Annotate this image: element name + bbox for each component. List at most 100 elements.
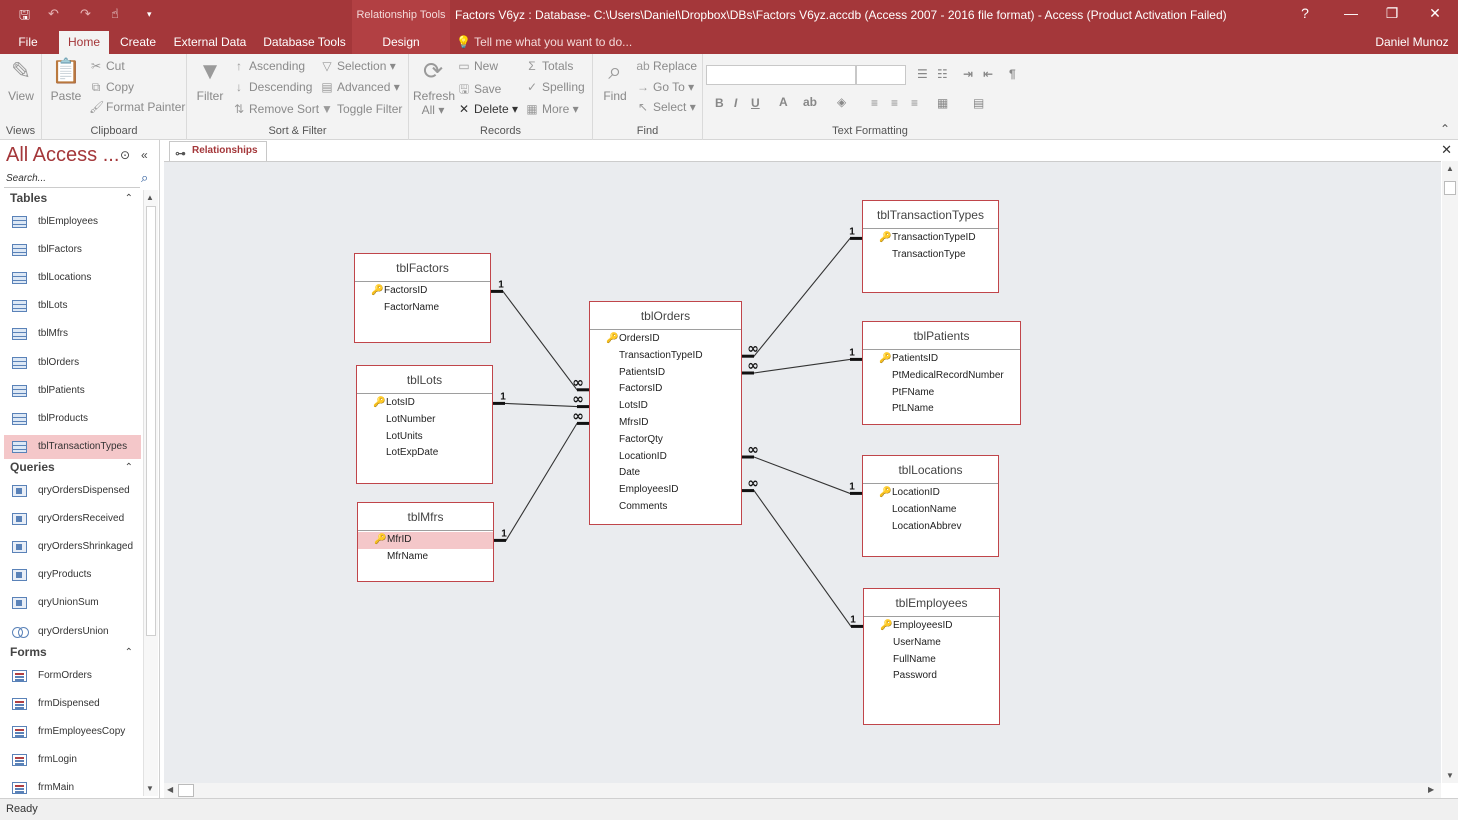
nav-item-tblfactors[interactable]: tblFactors xyxy=(4,238,141,262)
table-tblorders[interactable]: tblOrders 🔑 OrdersID TransactionTypeID Patie… xyxy=(589,301,742,525)
table-title[interactable]: tblLots xyxy=(357,366,492,394)
numbering-icon[interactable]: ☷ xyxy=(937,67,948,81)
table-field[interactable]: 🔑 LotsID xyxy=(357,395,492,412)
table-field[interactable]: FactorsID xyxy=(590,381,741,398)
join-line[interactable] xyxy=(742,490,863,627)
nav-section-forms[interactable]: Forms ⌃ xyxy=(0,643,143,663)
table-title[interactable]: tblTransactionTypes xyxy=(863,201,998,229)
nav-item-frmlogin[interactable]: frmLogin xyxy=(4,748,141,772)
tell-me-box[interactable]: 💡 Tell me what you want to do... xyxy=(456,31,632,54)
totals-button[interactable]: Σ Totals xyxy=(525,59,573,73)
table-field[interactable]: PtMedicalRecordNumber xyxy=(863,368,1020,385)
scroll-up-icon[interactable]: ▲ xyxy=(1446,164,1454,173)
table-title[interactable]: tblOrders xyxy=(590,302,741,330)
collapse-ribbon-icon[interactable]: ⌃ xyxy=(1440,122,1450,136)
horizontal-scroll-thumb[interactable] xyxy=(178,784,194,797)
relationships-tab[interactable]: ⊶ Relationships xyxy=(169,141,267,161)
align-center-icon[interactable]: ≡ xyxy=(891,96,898,110)
table-tblfactors[interactable]: tblFactors 🔑 FactorsID FactorName xyxy=(354,253,491,343)
find-button[interactable]: ⌕ Find xyxy=(597,58,633,103)
table-field[interactable]: 🔑 FactorsID xyxy=(355,283,490,300)
scroll-right-icon[interactable]: ▶ xyxy=(1428,785,1434,794)
font-size-select[interactable] xyxy=(856,65,906,85)
table-field[interactable]: LotUnits xyxy=(357,429,492,446)
relationships-canvas[interactable]: 1 ∞ 1 ∞ 1 ∞ 1 ∞ 1 ∞ 1 ∞ 1 ∞ tblFactors 🔑 FactorsID Facto… xyxy=(164,161,1441,783)
table-field[interactable]: 🔑 PatientsID xyxy=(863,351,1020,368)
collapse-section-icon[interactable]: ⌃ xyxy=(125,458,133,477)
table-field[interactable]: MfrsID xyxy=(590,415,741,432)
table-field[interactable]: LocationAbbrev xyxy=(863,519,998,536)
paragraph-icon[interactable]: ¶ xyxy=(1009,67,1016,81)
more-button[interactable]: ▦ More ▾ xyxy=(525,102,578,116)
align-left-icon[interactable]: ≡ xyxy=(871,96,878,110)
nav-item-qryunionsum[interactable]: qryUnionSum xyxy=(4,591,141,615)
spelling-button[interactable]: ✓ Spelling xyxy=(525,80,585,94)
refresh-all-button[interactable]: ⟳ Refresh All ▾ xyxy=(413,58,455,117)
table-field[interactable]: 🔑 EmployeesID xyxy=(864,618,999,635)
table-title[interactable]: tblMfrs xyxy=(358,503,493,531)
touch-mode-icon[interactable]: ☝ xyxy=(111,6,119,22)
table-field[interactable]: LocationName xyxy=(863,502,998,519)
indent-increase-icon[interactable]: ⇥ xyxy=(963,67,973,81)
indent-decrease-icon[interactable]: ⇤ xyxy=(983,67,993,81)
descending-button[interactable]: ↓ Descending xyxy=(232,80,312,94)
nav-scrollbar[interactable]: ▲ ▼ xyxy=(143,190,158,796)
table-field[interactable]: Comments xyxy=(590,499,741,516)
bullets-icon[interactable]: ☰ xyxy=(917,67,928,81)
scroll-left-icon[interactable]: ◀ xyxy=(167,785,173,794)
restore-button[interactable]: ❐ xyxy=(1377,5,1407,22)
search-icon[interactable]: ⌕ xyxy=(141,170,148,186)
nav-item-qryordersdispensed[interactable]: qryOrdersDispensed xyxy=(4,479,141,503)
tab-database-tools[interactable]: Database Tools xyxy=(257,31,352,54)
nav-item-qryordersshrinkaged[interactable]: qryOrdersShrinkaged xyxy=(4,535,141,559)
cut-button[interactable]: ✂ Cut xyxy=(89,59,125,73)
collapse-section-icon[interactable]: ⌃ xyxy=(125,189,133,208)
tab-home[interactable]: Home xyxy=(59,31,109,54)
table-field[interactable]: LotExpDate xyxy=(357,445,492,462)
relationship-line[interactable]: 1∞ xyxy=(742,442,862,495)
minimize-button[interactable]: — xyxy=(1336,5,1366,21)
nav-item-tblorders[interactable]: tblOrders xyxy=(4,351,141,375)
nav-scroll-thumb[interactable] xyxy=(146,206,156,636)
font-name-select[interactable] xyxy=(706,65,856,85)
table-field[interactable]: FactorQty xyxy=(590,432,741,449)
bold-icon[interactable]: B xyxy=(715,96,724,110)
table-field[interactable]: PatientsID xyxy=(590,365,741,382)
relationship-line[interactable]: 1∞ xyxy=(494,408,589,542)
remove-sort-button[interactable]: ⇅ Remove Sort xyxy=(232,102,319,116)
ascending-button[interactable]: ↑ Ascending xyxy=(232,59,305,73)
format-painter-button[interactable]: 🖌 Format Painter xyxy=(89,100,185,114)
table-field[interactable]: Date xyxy=(590,465,741,482)
relationship-line[interactable]: 1∞ xyxy=(493,391,589,409)
table-title[interactable]: tblFactors xyxy=(355,254,490,282)
filter-button[interactable]: ▼ Filter xyxy=(193,58,227,103)
save-icon[interactable]: 🖫 xyxy=(19,6,30,28)
table-field[interactable]: PtFName xyxy=(863,385,1020,402)
table-field[interactable]: 🔑 MfrID xyxy=(358,532,493,549)
table-field[interactable]: 🔑 LocationID xyxy=(863,485,998,502)
nav-item-tbltransactiontypes[interactable]: tblTransactionTypes xyxy=(4,434,141,459)
table-field[interactable]: TransactionType xyxy=(863,247,998,264)
table-field[interactable]: 🔑 OrdersID xyxy=(590,331,741,348)
italic-icon[interactable]: I xyxy=(734,96,737,110)
close-document-button[interactable]: ✕ xyxy=(1441,142,1452,158)
highlight-icon[interactable]: ab xyxy=(803,95,817,109)
vertical-scrollbar[interactable]: ▲ ▼ xyxy=(1442,161,1458,783)
select-button[interactable]: ↖ Select ▾ xyxy=(636,100,696,114)
table-field[interactable]: LocationID xyxy=(590,449,741,466)
copy-button[interactable]: ⧉ Copy xyxy=(89,80,134,95)
help-button[interactable]: ? xyxy=(1290,5,1320,21)
vertical-scroll-thumb[interactable] xyxy=(1444,181,1456,195)
nav-item-tblemployees[interactable]: tblEmployees xyxy=(4,210,141,234)
view-button[interactable]: ✎ View xyxy=(4,58,38,103)
nav-item-frmemployeescopy[interactable]: frmEmployeesCopy xyxy=(4,720,141,744)
scroll-up-icon[interactable]: ▲ xyxy=(146,193,154,202)
new-record-button[interactable]: ▭ New xyxy=(457,59,498,73)
undo-icon[interactable]: ↶ xyxy=(48,6,59,22)
customize-toolbar-icon[interactable]: ▾ xyxy=(147,9,152,20)
table-field[interactable]: LotNumber xyxy=(357,412,492,429)
tab-create[interactable]: Create xyxy=(114,31,162,54)
collapse-pane-icon[interactable]: « xyxy=(141,148,148,162)
nav-section-queries[interactable]: Queries ⌃ xyxy=(0,458,143,478)
toggle-filter-button[interactable]: ▼ Toggle Filter xyxy=(320,102,402,116)
